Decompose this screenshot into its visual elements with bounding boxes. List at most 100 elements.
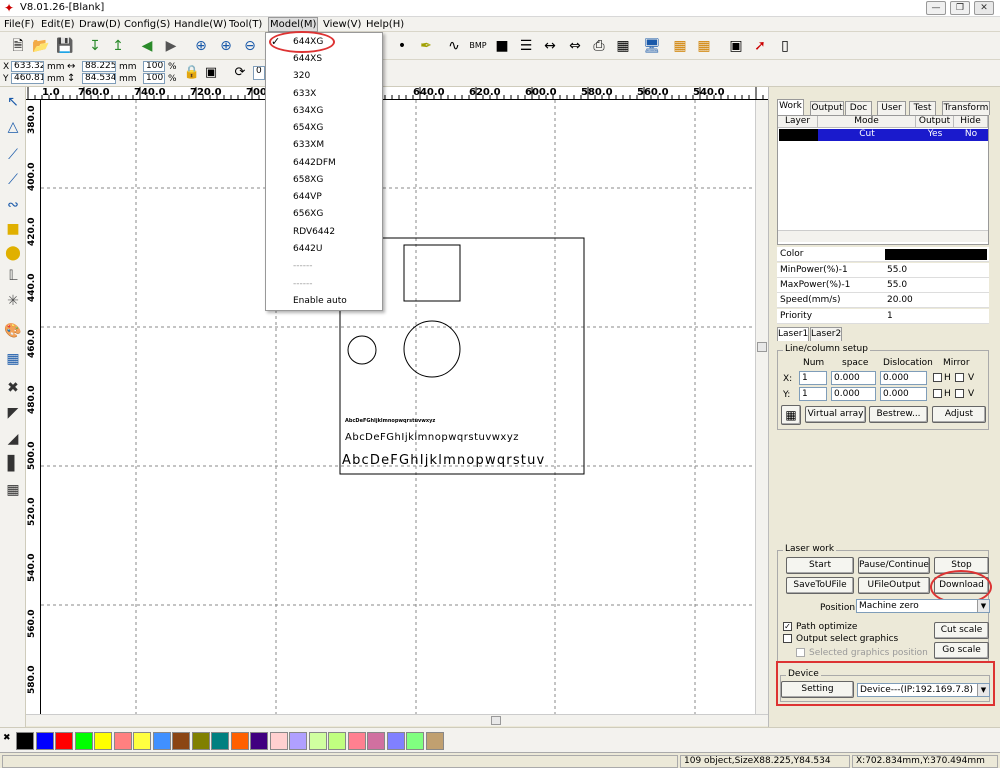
tab-user[interactable]: User [877,101,906,115]
vertical-scrollbar[interactable] [755,100,768,714]
lock-icon[interactable]: 🔒 [182,63,202,83]
menu-handle[interactable]: Handle(W) [174,18,227,31]
drawing-canvas[interactable]: AbcDeFGhIjklmnopwqrstuvwxyz AbcDeFGhIjkl… [41,100,755,714]
mirror-v-icon[interactable]: ◢ [3,429,23,449]
save-icon[interactable]: 💾 [55,36,75,56]
model-option-320[interactable]: 320 [266,68,382,85]
color-swatch[interactable] [289,732,307,750]
linecol-y-space[interactable]: 0.000 [831,387,876,401]
prop-minpower-value[interactable]: 55.0 [887,263,907,277]
ellipse-tool-icon[interactable]: ⬤ [3,243,23,263]
menu-draw[interactable]: Draw(D) [79,18,121,31]
linecol-x-dislocation[interactable]: 0.000 [880,371,927,385]
color-swatch[interactable] [425,732,444,750]
node-tool-icon[interactable]: • [392,36,412,56]
menu-help[interactable]: Help(H) [366,18,404,31]
align-horizontal-icon[interactable]: ↔ [540,36,560,56]
layer-mode-cell[interactable]: Cut [818,129,916,141]
curve-tool-icon[interactable]: ∾ [3,195,23,215]
model-option-658xg[interactable]: 658XG [266,172,382,189]
array-copy-icon[interactable]: ▦ [694,36,714,56]
output-select-checkbox[interactable] [783,634,792,643]
color-swatch[interactable] [347,732,366,750]
mirror-y-v-checkbox[interactable] [955,389,964,398]
model-option-6442u[interactable]: 6442U [266,241,382,258]
menu-file[interactable]: File(F) [4,18,34,31]
delete-icon[interactable]: ✖ [3,378,23,398]
horizontal-scrollbar[interactable] [26,714,768,726]
layer-output-cell[interactable]: Yes [916,129,954,141]
mirror-y-h-checkbox[interactable] [933,389,942,398]
tab-doc[interactable]: Doc [845,101,872,115]
pen-tool-icon[interactable]: ✒ [416,36,436,56]
layer-hide-cell[interactable]: No [954,129,988,141]
menu-edit[interactable]: Edit(E) [41,18,75,31]
menu-model[interactable]: Model(M) [268,17,319,32]
model-option-654xg[interactable]: 654XG [266,120,382,137]
text-line-medium[interactable]: AbcDeFGhIjklmnopwqrstuvwxyz [345,432,519,443]
printer-icon[interactable]: ⎙ [589,36,609,56]
mirror-x-h-checkbox[interactable] [933,373,942,382]
inner-square[interactable] [403,244,461,302]
zoom-fit-icon[interactable]: ⊕ [216,36,236,56]
color-swatch[interactable] [269,732,288,750]
ruler-icon[interactable]: ▯ [775,36,795,56]
color-swatch[interactable] [308,732,327,750]
height-field[interactable]: 84.534 [82,73,116,84]
laser-beam-icon[interactable]: ➚ [750,36,770,56]
color-swatch[interactable] [328,732,346,750]
layer-color-cell[interactable] [779,129,818,141]
bitmap-icon[interactable]: BMP [468,36,488,56]
zoom-in-icon[interactable]: ⊕ [191,36,211,56]
array-grid-icon[interactable]: ▦ [3,480,23,500]
menu-tool[interactable]: Tool(T) [229,18,262,31]
model-option-644vp[interactable]: 644VP [266,189,382,206]
scale-y-field[interactable]: 100 [143,73,165,84]
ufile-output-button[interactable]: UFileOutput [858,577,930,594]
selected-position-checkbox[interactable] [796,648,805,657]
color-swatch[interactable] [230,732,249,750]
vertical-scroll-thumb[interactable] [757,342,767,352]
horizontal-scroll-thumb[interactable] [491,716,501,725]
linecol-x-num[interactable]: 1 [799,371,827,385]
prop-maxpower-value[interactable]: 55.0 [887,278,907,292]
minimize-button[interactable]: — [926,1,946,15]
color-swatch[interactable] [172,732,190,750]
layer-list-hscroll[interactable] [778,230,988,242]
tab-output[interactable]: Output [810,101,844,115]
model-option-634xg[interactable]: 634XG [266,103,382,120]
color-swatch[interactable] [386,732,405,750]
import-icon[interactable]: ↧ [85,36,105,56]
cut-scale-button[interactable]: Cut scale [934,622,989,639]
model-option-644xs[interactable]: 644XS [266,51,382,68]
redo-icon[interactable]: ▶ [161,36,181,56]
tab-test[interactable]: Test [909,101,936,115]
laser-head-icon[interactable]: ▣ [726,36,746,56]
prop-speed-value[interactable]: 20.00 [887,293,913,307]
align-left-icon[interactable]: ▋ [3,454,23,474]
model-option-633xm[interactable]: 633XM [266,137,382,154]
export-icon[interactable]: ↥ [108,36,128,56]
line-tool-icon[interactable]: ⟋ [3,145,23,165]
tree-icon[interactable]: ☰ [516,36,536,56]
curve-icon[interactable]: ∿ [444,36,464,56]
undo-icon[interactable]: ◀ [137,36,157,56]
go-scale-button[interactable]: Go scale [934,642,989,659]
rotate-icon[interactable]: ⟳ [230,63,250,83]
virtual-array-button[interactable]: Virtual array [805,406,866,423]
color-swatch[interactable] [113,732,132,750]
preview-icon[interactable]: ▦ [613,36,633,56]
text-tool-icon[interactable]: 𝕃 [3,266,23,286]
color-swatch[interactable] [211,732,229,750]
menu-config[interactable]: Config(S) [124,18,170,31]
linecol-y-dislocation[interactable]: 0.000 [880,387,927,401]
color-swatch[interactable] [55,732,73,750]
model-option-633x[interactable]: 633X [266,86,382,103]
array-icon[interactable]: ▦ [670,36,690,56]
linecol-y-num[interactable]: 1 [799,387,827,401]
mirror-h-icon[interactable]: ◤ [3,403,23,423]
path-optimize-checkbox[interactable]: ✓ [783,622,792,631]
pause-continue-button[interactable]: Pause/Continue [858,557,930,574]
model-option-rdv6442[interactable]: RDV6442 [266,224,382,241]
scale-x-field[interactable]: 100 [143,61,165,72]
